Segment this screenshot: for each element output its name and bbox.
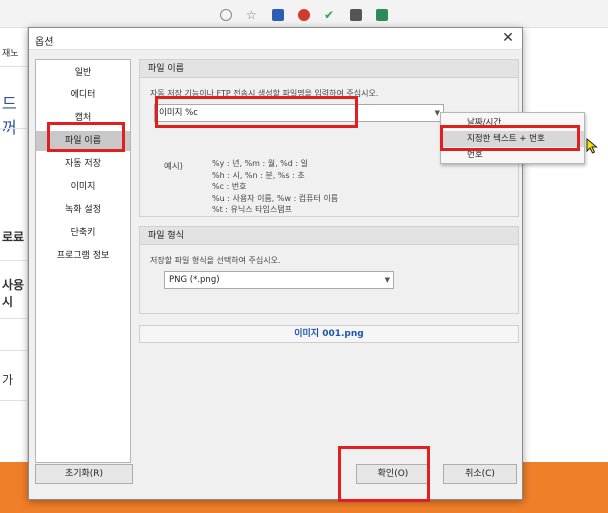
download-icon[interactable] xyxy=(272,9,284,21)
zoom-icon[interactable] xyxy=(220,9,232,21)
annotation-box xyxy=(47,122,125,152)
annotation-box xyxy=(155,96,358,128)
filetype-panel-header: 파일 형식 xyxy=(140,227,518,245)
background-text: 사용시 xyxy=(2,278,25,309)
nav-item-shortcuts[interactable]: 단축키 xyxy=(36,223,130,243)
extension-icon[interactable] xyxy=(298,9,310,21)
browser-toolbar: ☆ ✔ xyxy=(0,0,608,28)
image-icon[interactable] xyxy=(350,9,362,21)
dialog-title: 옵션 xyxy=(35,37,54,48)
nav-item-general[interactable]: 일반 xyxy=(36,63,130,83)
nav-item-autosave[interactable]: 자동 저장 xyxy=(36,154,130,174)
example-line: %h : 시, %n : 분, %s : 초 xyxy=(212,170,305,180)
options-nav: 일반 에디터 캡처 파일 이름 자동 저장 이미지 녹화 설정 단축키 프로그램… xyxy=(35,59,131,463)
nav-item-recording[interactable]: 녹화 설정 xyxy=(36,200,130,220)
filetype-description: 저장할 파일 형식을 선택하여 주십시오. xyxy=(150,256,281,265)
example-line: %t : 유닉스 타임스탬프 xyxy=(212,205,292,215)
chevron-down-icon[interactable]: ▼ xyxy=(385,272,390,288)
dialog-titlebar: 옵션 ✕ xyxy=(29,28,522,50)
annotation-box xyxy=(338,446,430,502)
filename-panel-header: 파일 이름 xyxy=(140,60,518,78)
cancel-button[interactable]: 취소(C) xyxy=(443,464,517,484)
check-icon[interactable]: ✔ xyxy=(324,9,336,21)
background-page-right xyxy=(522,28,608,513)
background-page-left: 재노 드꺼 로료 사용시 가 xyxy=(0,28,28,513)
example-label: 예시) xyxy=(164,162,183,172)
filename-preview: 이미지 001.png xyxy=(139,325,519,343)
example-line: %c : 번호 xyxy=(212,182,247,192)
example-line: %y : 년, %m : 월, %d : 일 xyxy=(212,159,309,168)
star-icon[interactable]: ☆ xyxy=(246,9,258,21)
background-text: 로료 xyxy=(2,230,25,244)
app-icon[interactable] xyxy=(376,9,388,21)
filetype-panel: 파일 형식 저장할 파일 형식을 선택하여 주십시오. PNG (*.png) … xyxy=(139,226,519,314)
background-text: 가 xyxy=(2,373,14,387)
filetype-select[interactable]: PNG (*.png) ▼ xyxy=(164,271,394,289)
nav-item-editor[interactable]: 에디터 xyxy=(36,85,130,105)
reset-button[interactable]: 초기화(R) xyxy=(35,464,133,484)
close-icon[interactable]: ✕ xyxy=(500,30,516,46)
example-list: %y : 년, %m : 월, %d : 일 %h : 시, %n : 분, %… xyxy=(212,158,338,216)
mouse-cursor-icon xyxy=(586,138,598,154)
background-text: 재노 xyxy=(2,49,19,59)
background-text: 드꺼 xyxy=(2,94,17,137)
filetype-select-value: PNG (*.png) xyxy=(169,275,220,285)
annotation-box xyxy=(440,125,580,151)
nav-item-about[interactable]: 프로그램 정보 xyxy=(36,246,130,266)
nav-item-image[interactable]: 이미지 xyxy=(36,177,130,197)
example-line: %u : 사용자 이름, %w : 컴퓨터 이름 xyxy=(212,193,339,203)
